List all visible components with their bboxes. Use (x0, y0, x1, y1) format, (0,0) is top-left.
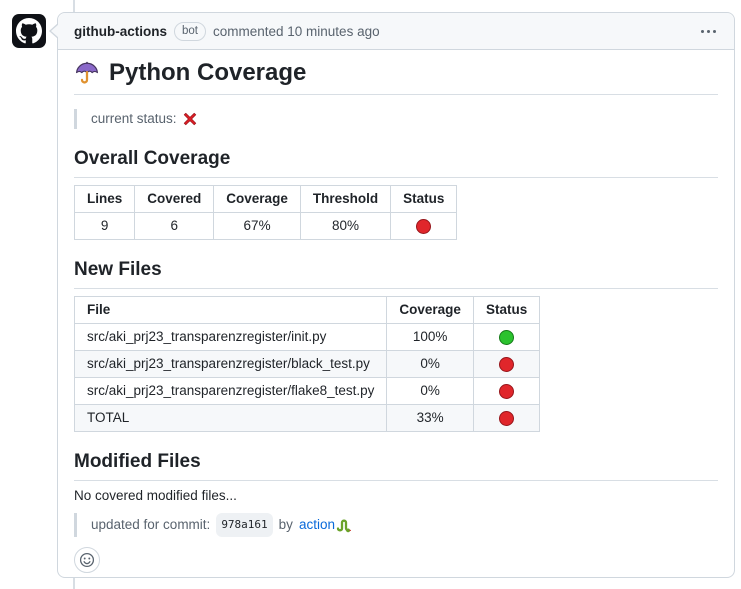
status-blockquote: current status: (74, 109, 718, 129)
table-cell: 80% (300, 213, 390, 240)
page: github-actions bot commented 10 minutes … (0, 0, 741, 589)
github-actions-avatar[interactable] (12, 14, 46, 48)
comment-body: Python Coverage current status: Overall … (58, 50, 734, 573)
column-header: File (75, 297, 387, 324)
cross-mark-icon (183, 112, 197, 126)
table-cell: 0% (387, 351, 474, 378)
kebab-menu-button[interactable] (699, 24, 718, 39)
commit-label: updated for commit: (91, 515, 210, 535)
table-cell: src/aki_prj23_transparenzregister/init.p… (75, 324, 387, 351)
table-cell: 100% (387, 324, 474, 351)
column-header: Lines (75, 186, 135, 213)
table-cell: 67% (214, 213, 301, 240)
new-files-heading: New Files (74, 258, 718, 289)
column-header: Covered (135, 186, 214, 213)
table-cell: 9 (75, 213, 135, 240)
action-link[interactable]: action (299, 515, 335, 535)
new-files-table: FileCoverageStatus src/aki_prj23_transpa… (74, 296, 540, 432)
table-row: 9667%80% (75, 213, 457, 240)
table-cell: src/aki_prj23_transparenzregister/flake8… (75, 378, 387, 405)
column-header: Coverage (214, 186, 301, 213)
no-modified-files-text: No covered modified files... (74, 488, 718, 503)
timeline-line-bottom (73, 578, 75, 589)
status-dot-red (499, 357, 514, 372)
status-label: current status: (91, 109, 177, 129)
add-reaction-button[interactable] (74, 547, 100, 573)
table-cell: src/aki_prj23_transparenzregister/black_… (75, 351, 387, 378)
smiley-icon (79, 552, 95, 568)
comment-timestamp[interactable]: commented 10 minutes ago (213, 24, 380, 39)
status-dot-red (499, 384, 514, 399)
github-logo-icon (16, 18, 42, 44)
commit-hash: 978a161 (216, 513, 272, 537)
table-header-row: LinesCoveredCoverageThresholdStatus (75, 186, 457, 213)
umbrella-icon (74, 60, 100, 86)
column-header: Status (391, 186, 457, 213)
snake-icon (335, 517, 351, 533)
table-cell: 33% (387, 405, 474, 432)
column-header: Status (473, 297, 539, 324)
page-title-text: Python Coverage (109, 58, 306, 88)
table-row: src/aki_prj23_transparenzregister/init.p… (75, 324, 540, 351)
overall-coverage-heading: Overall Coverage (74, 147, 718, 178)
status-cell (473, 351, 539, 378)
table-cell: TOTAL (75, 405, 387, 432)
table-header-row: FileCoverageStatus (75, 297, 540, 324)
table-row: src/aki_prj23_transparenzregister/flake8… (75, 378, 540, 405)
status-dot-green (499, 330, 514, 345)
table-cell: 0% (387, 378, 474, 405)
author-login[interactable]: github-actions (74, 24, 167, 39)
modified-files-heading: Modified Files (74, 450, 718, 481)
table-row: src/aki_prj23_transparenzregister/black_… (75, 351, 540, 378)
bot-badge: bot (174, 22, 206, 41)
commit-blockquote: updated for commit: 978a161 by action (74, 513, 718, 537)
column-header: Threshold (300, 186, 390, 213)
status-cell (473, 378, 539, 405)
by-label: by (279, 515, 293, 535)
status-dot-red (499, 411, 514, 426)
status-cell (391, 213, 457, 240)
comment-header: github-actions bot commented 10 minutes … (58, 13, 734, 50)
status-cell (473, 405, 539, 432)
kebab-horizontal-icon (701, 30, 716, 33)
table-row: TOTAL33% (75, 405, 540, 432)
table-cell: 6 (135, 213, 214, 240)
comment-card: github-actions bot commented 10 minutes … (57, 12, 735, 578)
column-header: Coverage (387, 297, 474, 324)
status-dot-red (416, 219, 431, 234)
status-cell (473, 324, 539, 351)
page-title: Python Coverage (74, 58, 718, 95)
overall-coverage-table: LinesCoveredCoverageThresholdStatus 9667… (74, 185, 457, 240)
